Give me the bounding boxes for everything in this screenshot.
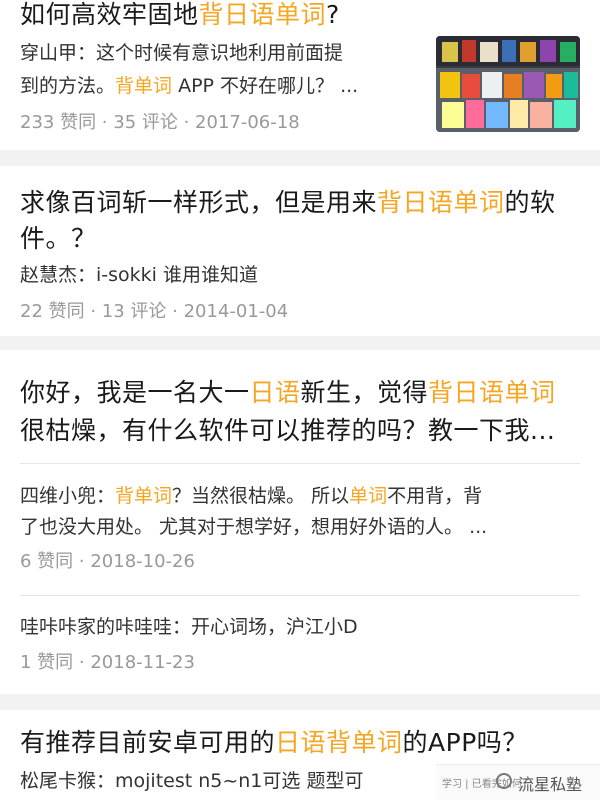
- answer-author: 四维小兜：: [20, 485, 116, 507]
- wechat-logo-icon: [496, 773, 512, 789]
- watermark: 学习 | 已看完如何 流星私塾: [436, 764, 600, 800]
- excerpt-text: 到的方法。: [20, 75, 116, 97]
- answer-meta: 6 赞同 · 2018-10-26: [20, 551, 195, 572]
- excerpt-highlight: 背单词: [115, 485, 173, 507]
- excerpt-text: APP 不好在哪儿？ ...: [172, 75, 359, 97]
- title-text: 有推荐目前安卓可用的: [20, 728, 276, 757]
- result-excerpt[interactable]: 穿山甲：这个时候有意识地利用前面提: [20, 38, 343, 68]
- answer-meta: 1 赞同 · 2018-11-23: [20, 652, 195, 673]
- result-title-line2[interactable]: 很枯燥，有什么软件可以推荐的吗？教一下我...: [20, 412, 555, 450]
- title-text: 如何高效牢固地: [20, 0, 199, 29]
- title-text: 的APP吗？: [402, 728, 528, 757]
- result-title[interactable]: 求像百词斩一样形式，但是用来背日语单词的软: [20, 184, 556, 222]
- excerpt-highlight: 背单词: [115, 75, 173, 97]
- result-title[interactable]: 你好，我是一名大一日语新生，觉得背日语单词: [20, 374, 556, 412]
- title-text: 求像百词斩一样形式，但是用来: [20, 188, 378, 217]
- excerpt-highlight: 单词: [349, 485, 388, 507]
- answer-excerpt[interactable]: 哇咔咔家的咔哇哇：开心词场，沪江小D: [20, 612, 358, 642]
- bookstore-photo-icon[interactable]: [436, 36, 580, 132]
- excerpt-text: 不用背，背: [387, 485, 483, 507]
- result-excerpt-line2[interactable]: 到的方法。背单词 APP 不好在哪儿？ ...: [20, 71, 358, 101]
- result-card-1[interactable]: 如何高效牢固地背日语单词? 穿山甲：这个时候有意识地利用前面提 到的方法。背单词…: [0, 0, 600, 150]
- answer-excerpt[interactable]: 四维小兜：背单词？当然很枯燥。 所以单词不用背，背: [20, 481, 482, 511]
- result-card-2[interactable]: 求像百词斩一样形式，但是用来背日语单词的软 件。？ 赵慧杰：i-sokki 谁用…: [0, 166, 600, 336]
- result-meta: 22 赞同 · 13 评论 · 2014-01-04: [20, 301, 289, 322]
- result-excerpt[interactable]: 松尾卡猴：mojitest n5~n1可选 题型可: [20, 766, 363, 796]
- result-title-line2[interactable]: 件。？: [20, 220, 97, 258]
- title-text: 你好，我是一名大一: [20, 378, 250, 407]
- divider: [20, 595, 580, 596]
- result-meta: 233 赞同 · 35 评论 · 2017-06-18: [20, 112, 300, 133]
- excerpt-text: ？当然很枯燥。 所以: [172, 485, 350, 507]
- title-highlight: 背日语单词: [428, 378, 556, 407]
- result-title[interactable]: 有推荐目前安卓可用的日语背单词的APP吗？: [20, 724, 528, 762]
- answer-excerpt-line2[interactable]: 了也没大用处。 尤其对于想学好，想用好外语的人。 ...: [20, 512, 487, 542]
- result-card-3[interactable]: 你好，我是一名大一日语新生，觉得背日语单词 很枯燥，有什么软件可以推荐的吗？教一…: [0, 350, 600, 694]
- search-results-feed: 如何高效牢固地背日语单词? 穿山甲：这个时候有意识地利用前面提 到的方法。背单词…: [0, 0, 600, 800]
- title-text: ?: [326, 0, 340, 29]
- excerpt-text: 穿山甲：这个时候有意识地利用前面提: [20, 42, 344, 64]
- title-text: 新生，觉得: [300, 378, 429, 407]
- watermark-logo-text: 流星私塾: [518, 775, 583, 794]
- result-title[interactable]: 如何高效牢固地背日语单词?: [20, 0, 340, 34]
- result-excerpt[interactable]: 赵慧杰：i-sokki 谁用谁知道: [20, 260, 258, 290]
- title-highlight: 背日语单词: [377, 188, 505, 217]
- divider: [20, 463, 580, 464]
- title-highlight: 日语: [249, 378, 301, 407]
- title-highlight: 日语背单词: [275, 728, 403, 757]
- title-text: 的软: [504, 188, 556, 217]
- title-highlight: 背日语单词: [198, 0, 327, 29]
